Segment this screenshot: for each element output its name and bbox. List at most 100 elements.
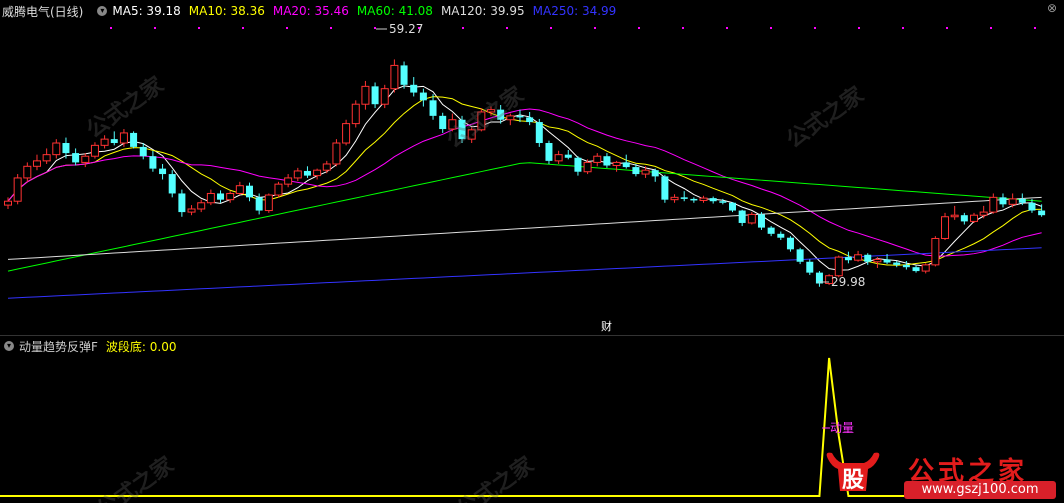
candle[interactable] [187,205,196,216]
candle[interactable] [410,77,418,97]
event-marker[interactable]: 财 [601,319,612,333]
candle[interactable] [767,226,775,237]
candle[interactable] [81,153,90,168]
candle[interactable] [593,153,602,167]
candle[interactable] [293,167,302,182]
candle[interactable] [380,84,389,109]
candle[interactable] [168,170,176,198]
candle[interactable] [119,129,128,147]
candle[interactable] [206,189,215,206]
candle[interactable] [844,251,852,264]
candle[interactable] [477,108,486,132]
circle-down-icon[interactable]: ▾ [97,6,108,16]
candle[interactable] [400,61,408,89]
candle[interactable] [390,59,399,93]
candle[interactable] [439,112,447,133]
candle[interactable] [729,202,736,213]
candle[interactable] [738,209,746,227]
circle-down-icon[interactable]: ▾ [4,341,14,351]
candle[interactable] [197,199,206,213]
candlestick-chart[interactable]: 59.27 29.98 财 [0,18,1064,333]
candle[interactable] [709,196,717,204]
candle[interactable] [554,150,563,164]
candle[interactable] [506,113,515,126]
candle[interactable] [670,194,679,203]
candle[interactable] [960,212,968,225]
candle[interactable] [545,140,553,164]
candle[interactable] [264,193,273,213]
candle[interactable] [342,119,351,146]
candle[interactable] [72,148,80,166]
candle[interactable] [950,205,959,220]
candle-body [747,213,756,224]
candle[interactable] [603,153,611,168]
candle[interactable] [612,160,621,172]
candle[interactable] [893,260,901,268]
candle[interactable] [100,135,109,149]
candle[interactable] [361,80,370,110]
candle[interactable] [217,190,225,203]
candle-body [42,154,51,162]
candle[interactable] [235,181,244,196]
candle[interactable] [651,168,659,182]
candle[interactable] [429,94,437,120]
indicator-name: 动量趋势反弹F [19,339,98,354]
candle[interactable] [921,263,930,274]
signal-dot [506,27,508,29]
candle[interactable] [854,250,863,262]
candle[interactable] [178,189,186,217]
candle[interactable] [4,197,12,209]
candle[interactable] [159,163,167,180]
candle-body [893,262,901,265]
candle[interactable] [806,259,814,275]
candle[interactable] [303,166,311,178]
candle[interactable] [912,265,920,273]
candle[interactable] [574,156,582,176]
candle[interactable] [322,160,331,174]
candle[interactable] [419,88,427,107]
candle[interactable] [815,271,823,287]
candle[interactable] [999,193,1007,208]
candle[interactable] [1038,204,1046,217]
candle[interactable] [777,231,785,241]
candle[interactable] [796,247,804,265]
candle[interactable] [42,148,51,164]
candle-body [641,169,650,175]
candle[interactable] [13,174,22,205]
candle[interactable] [941,212,950,241]
candle[interactable] [467,127,476,144]
candle[interactable] [371,82,379,109]
candle[interactable] [90,142,99,159]
candle[interactable] [110,131,118,146]
candle[interactable] [747,212,756,225]
candle[interactable] [699,195,708,203]
candle[interactable] [448,113,457,132]
close-icon[interactable]: ⊗ [1046,1,1058,15]
candle[interactable] [32,154,41,171]
candle[interactable] [332,139,341,167]
candle[interactable] [246,182,253,202]
candle[interactable] [351,100,360,128]
candle-body [979,211,988,216]
candle[interactable] [989,193,998,214]
candle[interactable] [526,111,534,126]
candle[interactable] [680,191,688,202]
candle[interactable] [274,181,283,198]
candle[interactable] [149,150,157,172]
candle[interactable] [52,139,61,159]
candle[interactable] [757,212,765,230]
candle[interactable] [284,174,293,188]
candle[interactable] [535,118,543,147]
candle[interactable] [661,174,669,203]
candle[interactable] [786,236,794,252]
candle[interactable] [130,131,138,149]
candle[interactable] [690,197,698,203]
candle[interactable] [979,205,988,219]
candle[interactable] [564,150,572,160]
candle[interactable] [622,154,630,169]
candle[interactable] [23,162,32,182]
candle[interactable] [931,236,940,267]
candle[interactable] [970,212,978,223]
candle[interactable] [458,115,466,144]
candle[interactable] [313,168,322,180]
